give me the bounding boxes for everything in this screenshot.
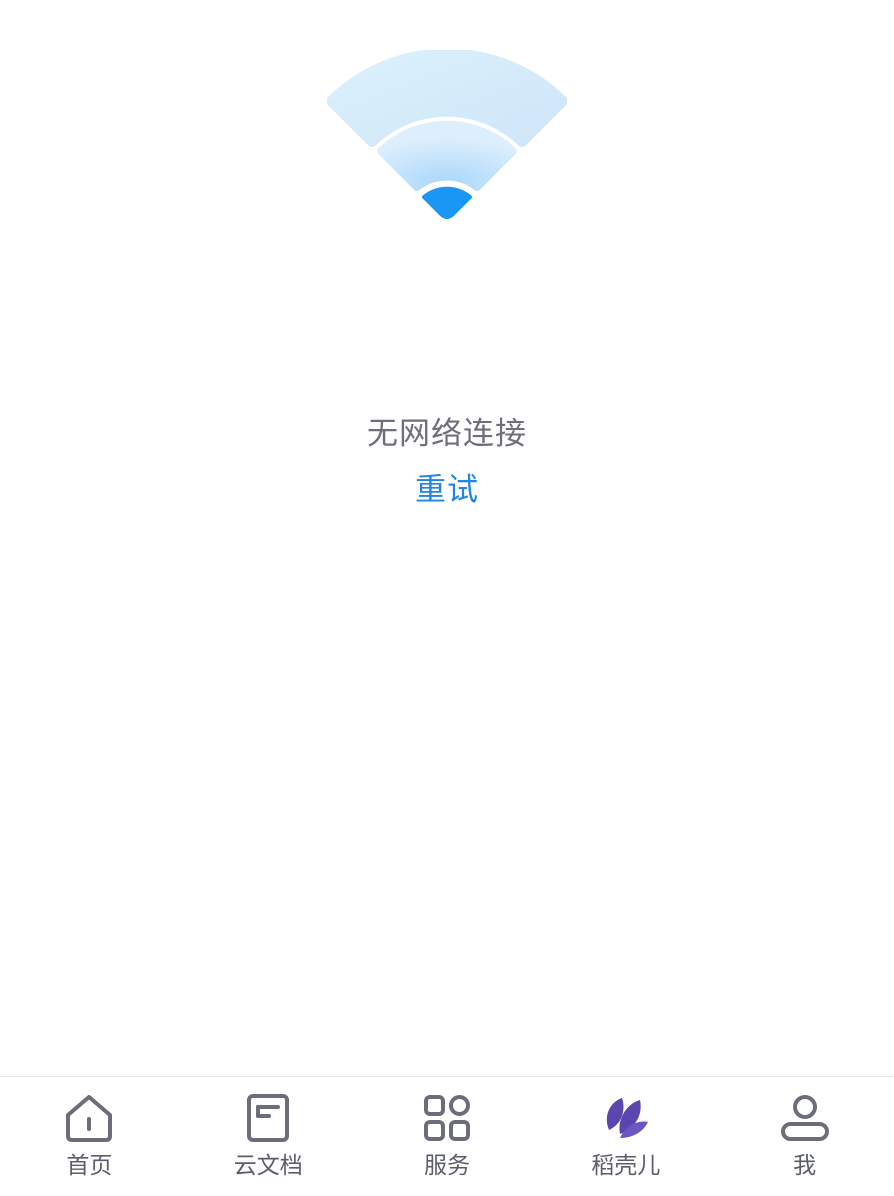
- bottom-tab-bar: 首页 云文档 服务 稻壳儿 我: [0, 1076, 894, 1196]
- tab-label-me: 我: [793, 1153, 817, 1179]
- tab-label-services: 服务: [423, 1153, 470, 1179]
- tab-label-cloud-docs: 云文档: [233, 1153, 303, 1179]
- person-icon: [780, 1095, 829, 1141]
- home-icon: [66, 1095, 113, 1142]
- leaf-icon: [606, 1098, 648, 1138]
- tab-me[interactable]: 我: [715, 1077, 894, 1196]
- no-network-message: 无网络连接: [367, 416, 527, 452]
- document-icon: [247, 1094, 290, 1142]
- empty-state: 无网络连接 重试: [0, 412, 894, 512]
- tab-docer[interactable]: 稻壳儿: [536, 1077, 715, 1196]
- tab-label-home: 首页: [66, 1153, 113, 1179]
- tab-home[interactable]: 首页: [0, 1077, 179, 1196]
- tab-label-docer: 稻壳儿: [591, 1153, 661, 1179]
- grid-icon: [423, 1095, 470, 1141]
- no-network-page: 无网络连接 重试 首页 云文档 服务 稻壳儿 我: [0, 0, 894, 1196]
- tab-services[interactable]: 服务: [358, 1077, 537, 1196]
- retry-button[interactable]: 重试: [415, 468, 479, 512]
- tab-cloud-docs[interactable]: 云文档: [179, 1077, 358, 1196]
- wifi-offline-icon: [327, 50, 567, 219]
